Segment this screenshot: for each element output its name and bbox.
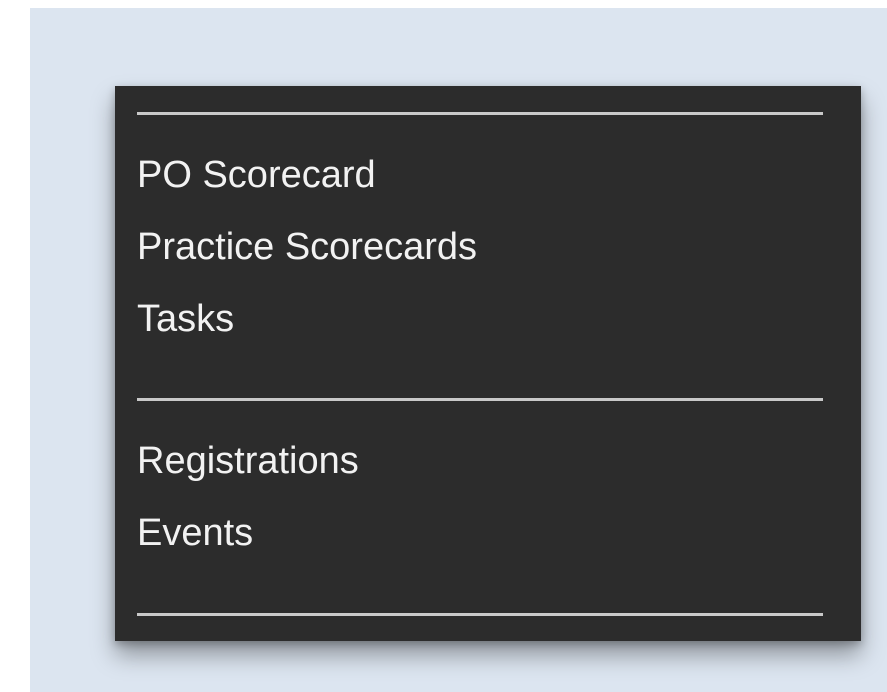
dropdown-menu: PO Scorecard Practice Scorecards Tasks R… [115, 86, 861, 641]
menu-divider-middle [137, 398, 823, 401]
menu-divider-bottom [137, 613, 823, 616]
menu-item-practice-scorecards[interactable]: Practice Scorecards [137, 225, 477, 269]
menu-item-events[interactable]: Events [137, 511, 253, 555]
menu-item-registrations[interactable]: Registrations [137, 439, 359, 483]
menu-divider-top [137, 112, 823, 115]
menu-item-tasks[interactable]: Tasks [137, 297, 234, 341]
page-background: PO Scorecard Practice Scorecards Tasks R… [30, 8, 887, 692]
menu-item-po-scorecard[interactable]: PO Scorecard [137, 153, 376, 197]
